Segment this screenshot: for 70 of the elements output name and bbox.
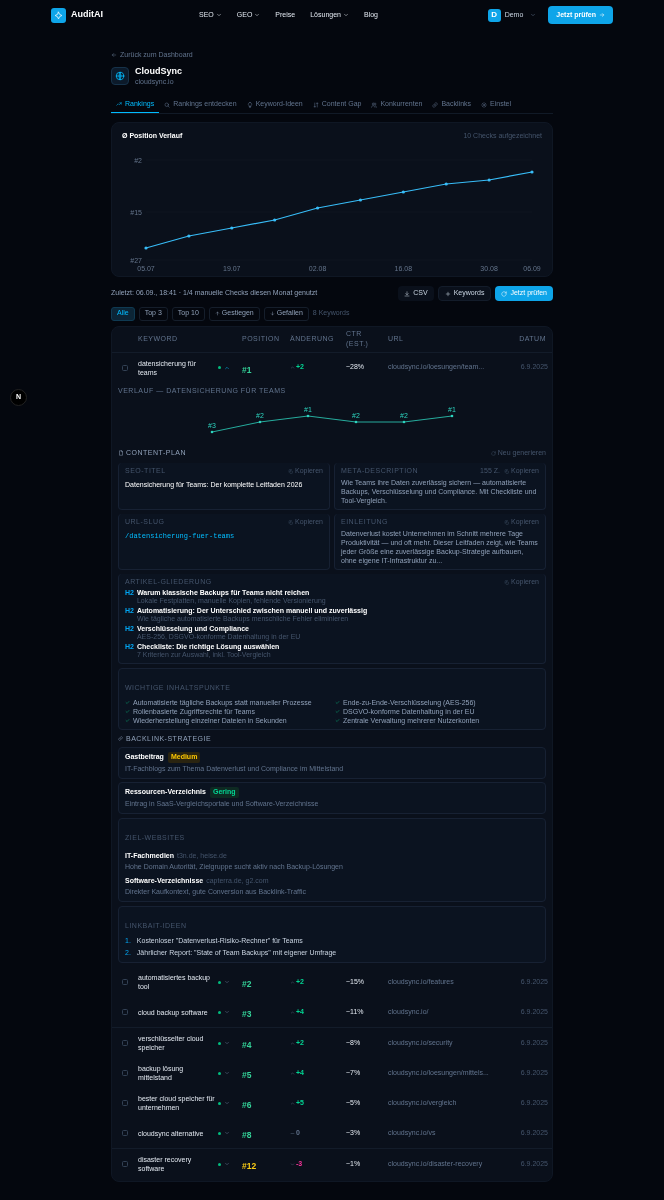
- checkbox[interactable]: [122, 1130, 128, 1136]
- arrow-down-icon: [269, 311, 275, 316]
- refresh-icon: [501, 290, 508, 297]
- position-cell: #4: [242, 1040, 252, 1050]
- download-icon: [404, 290, 411, 297]
- copy-icon: [503, 579, 509, 585]
- data-point: [273, 217, 277, 222]
- caret-down-icon[interactable]: [224, 1130, 230, 1136]
- data-point: [487, 177, 491, 182]
- caret-up-icon: [290, 1070, 295, 1076]
- caret-down-icon[interactable]: [224, 979, 230, 985]
- arrow-right-icon: [599, 12, 605, 18]
- settings-icon: [481, 101, 488, 108]
- caret-down-icon[interactable]: [224, 1009, 230, 1015]
- users-icon: [371, 101, 378, 108]
- checkbox[interactable]: [122, 364, 128, 371]
- document-icon: [118, 450, 124, 457]
- copy-icon: [287, 519, 293, 525]
- caret-up-icon: [290, 365, 295, 370]
- caret-down-icon[interactable]: [224, 1100, 230, 1106]
- caret-down-icon: [290, 1161, 295, 1167]
- dash-icon: [290, 1130, 295, 1136]
- checkbox[interactable]: [122, 1040, 128, 1046]
- refresh-icon: [490, 450, 496, 456]
- checkbox[interactable]: [122, 1100, 128, 1106]
- caret-up-icon[interactable]: [224, 364, 230, 371]
- arrows-icon: [312, 101, 319, 108]
- link-icon: [118, 736, 123, 742]
- trend-icon: [116, 101, 122, 107]
- data-point: [144, 245, 148, 250]
- position-cell: #5: [242, 1070, 252, 1080]
- caret-down-icon[interactable]: [224, 1161, 230, 1167]
- position-cell: #8: [242, 1130, 252, 1140]
- copy-icon: [503, 519, 509, 525]
- data-point: [230, 225, 234, 230]
- link-icon: [432, 101, 439, 108]
- position-cell: #3: [242, 1009, 252, 1019]
- avatar: D: [487, 8, 501, 22]
- plus-icon: [444, 290, 451, 297]
- checkbox[interactable]: [122, 1161, 128, 1167]
- position-cell: #2: [242, 979, 252, 989]
- search-icon: [164, 101, 171, 108]
- data-point: [444, 181, 448, 186]
- globe-icon: [111, 67, 129, 85]
- caret-up-icon: [290, 1009, 295, 1015]
- position-cell: #6: [242, 1100, 252, 1110]
- caret-down-icon[interactable]: [224, 1070, 230, 1076]
- lightbulb-icon: [246, 101, 253, 108]
- caret-up-icon: [290, 1040, 295, 1046]
- copy-icon: [287, 468, 293, 474]
- data-point: [315, 205, 320, 210]
- data-point: [401, 189, 405, 194]
- position-cell: #12: [242, 1161, 257, 1171]
- data-point: [530, 169, 534, 174]
- project-name: CloudSync: [135, 66, 182, 77]
- logo-icon: [51, 7, 66, 23]
- caret-down-icon[interactable]: [224, 1040, 230, 1046]
- data-point: [187, 233, 191, 238]
- copy-icon: [503, 468, 509, 474]
- chevron-icon: [530, 12, 537, 18]
- brand-name[interactable]: AuditAI: [71, 8, 103, 22]
- caret-up-icon: [290, 979, 295, 985]
- arrow-up-icon: [214, 311, 220, 316]
- arrow-left-icon: [111, 52, 117, 58]
- position-cell: #1: [242, 364, 252, 375]
- data-point: [358, 197, 363, 202]
- caret-up-icon: [290, 1100, 295, 1106]
- checkbox[interactable]: [122, 1070, 128, 1076]
- checkbox[interactable]: [122, 979, 128, 985]
- checkbox[interactable]: [122, 1009, 128, 1015]
